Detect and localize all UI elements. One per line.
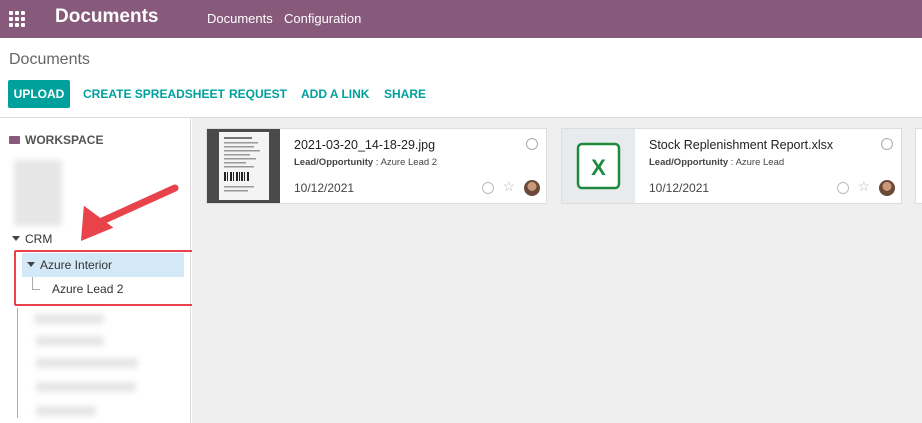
menu-documents[interactable]: Documents [207, 11, 273, 26]
breadcrumb: Documents [9, 51, 90, 68]
owner-avatar [524, 180, 540, 196]
blurred-tree-item [36, 336, 104, 346]
select-radio[interactable] [881, 138, 893, 150]
star-icon[interactable]: ☆ [502, 178, 515, 195]
clock-icon[interactable] [837, 182, 849, 194]
tree-item-crm-label: CRM [25, 232, 53, 246]
related-field-label: Lead/Opportunity [649, 157, 729, 168]
related-field-label: Lead/Opportunity [294, 157, 374, 168]
document-name[interactable]: Stock Replenishment Report.xlsx [649, 138, 833, 152]
menu-configuration[interactable]: Configuration [284, 11, 361, 26]
top-navbar: Documents Documents Configuration [0, 0, 922, 38]
document-date: 10/12/2021 [294, 181, 355, 195]
blurred-tree-item [36, 406, 96, 416]
workspace-header: WORKSPACE [9, 133, 103, 147]
receipt-preview-icon [207, 129, 280, 203]
blurred-tree-item [36, 358, 138, 368]
spreadsheet-icon-letter: X [591, 155, 606, 180]
add-link-button[interactable]: ADD A LINK [301, 87, 369, 101]
control-panel: Documents UPLOAD CREATE SPREADSHEET REQU… [0, 38, 922, 118]
document-related-record: Lead/Opportunity : Azure Lead [649, 157, 784, 168]
spreadsheet-file-icon: X [576, 142, 621, 190]
document-card[interactable]: 2021-03-20_14-18-29.jpg Lead/Opportunity… [206, 128, 547, 204]
tree-connector [17, 308, 18, 418]
upload-button[interactable]: UPLOAD [8, 80, 70, 108]
document-thumbnail[interactable]: X [562, 129, 635, 203]
workspace-sidebar: WORKSPACE CRM Azure Interior Azure Lead … [0, 118, 206, 423]
document-card-partial[interactable] [915, 128, 922, 204]
workspace-header-label: WORKSPACE [25, 133, 104, 147]
request-button[interactable]: REQUEST [229, 87, 287, 101]
share-button[interactable]: SHARE [384, 87, 426, 101]
related-field-value: : Azure Lead [728, 157, 785, 168]
tree-item-crm[interactable]: CRM [12, 232, 52, 246]
document-card[interactable]: X Stock Replenishment Report.xlsx Lead/O… [561, 128, 902, 204]
blurred-tree-item [36, 382, 136, 392]
create-spreadsheet-button[interactable]: CREATE SPREADSHEET [83, 87, 225, 101]
owner-avatar [879, 180, 895, 196]
related-field-value: : Azure Lead 2 [373, 157, 438, 168]
clock-icon[interactable] [482, 182, 494, 194]
apps-menu-icon[interactable] [9, 11, 25, 27]
folder-icon [9, 136, 20, 144]
document-date: 10/12/2021 [649, 181, 710, 195]
app-title[interactable]: Documents [55, 6, 158, 28]
star-icon[interactable]: ☆ [857, 178, 870, 195]
document-name[interactable]: 2021-03-20_14-18-29.jpg [294, 138, 435, 152]
blurred-workspace-items [14, 160, 62, 226]
blurred-tree-item [34, 314, 104, 324]
document-thumbnail[interactable] [207, 129, 280, 203]
annotation-highlight-box [14, 250, 206, 306]
documents-kanban: 2021-03-20_14-18-29.jpg Lead/Opportunity… [192, 118, 922, 423]
document-related-record: Lead/Opportunity : Azure Lead 2 [294, 157, 437, 168]
caret-down-icon[interactable] [12, 236, 20, 241]
select-radio[interactable] [526, 138, 538, 150]
